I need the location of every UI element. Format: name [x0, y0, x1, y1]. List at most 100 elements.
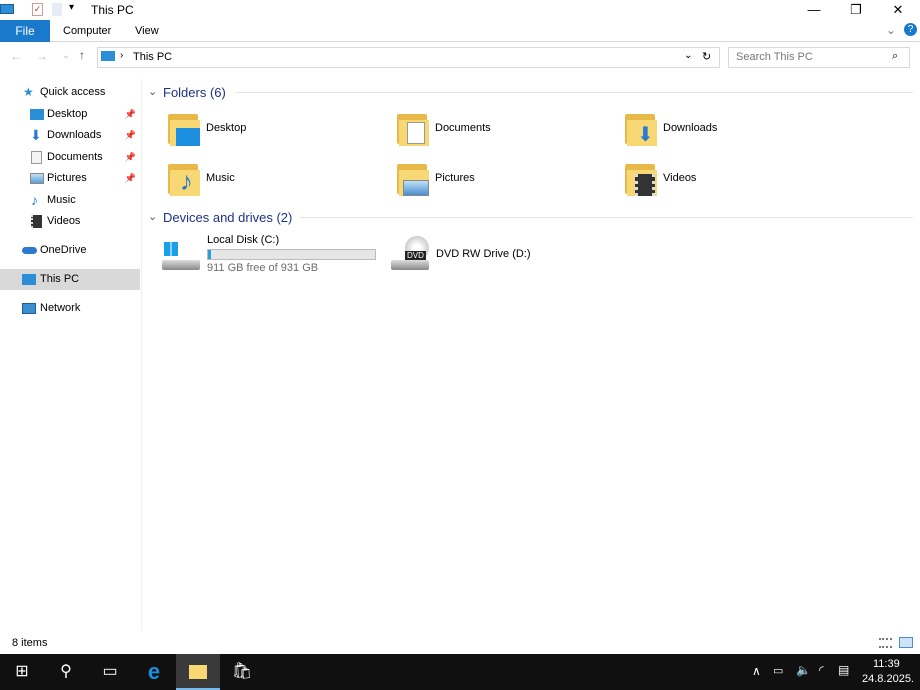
task-view-button[interactable]: ▭: [88, 654, 132, 690]
drives-group-header[interactable]: Devices and drives (2): [163, 210, 292, 225]
close-button[interactable]: ✕: [877, 0, 919, 20]
battery-icon[interactable]: ▭: [773, 664, 783, 677]
tab-computer[interactable]: Computer: [63, 25, 111, 37]
windows-drive-icon: [162, 242, 200, 272]
address-dropdown-icon[interactable]: ⌄: [684, 50, 692, 61]
sidebar-item-desktop[interactable]: Desktop 📌: [0, 104, 140, 125]
expand-ribbon-icon[interactable]: ⌄: [886, 23, 896, 37]
sidebar-item-quick-access[interactable]: ★ Quick access: [0, 82, 140, 103]
sidebar-item-onedrive[interactable]: OneDrive: [0, 240, 140, 261]
details-view-button[interactable]: [879, 638, 892, 648]
folder-label: Downloads: [663, 122, 718, 134]
folder-downloads[interactable]: ⬇ Downloads: [623, 110, 823, 150]
show-hidden-icons-button[interactable]: ∧: [752, 664, 761, 678]
refresh-button[interactable]: ↻: [702, 50, 711, 63]
drive-label: Local Disk (C:): [207, 234, 280, 246]
pin-icon[interactable]: 📌: [125, 104, 136, 125]
ribbon: File Computer View ⌄ ?: [0, 20, 920, 42]
sidebar-item-music[interactable]: ♪ Music: [0, 190, 140, 211]
videos-icon: [31, 215, 42, 228]
downloads-folder-icon: ⬇: [623, 112, 657, 146]
pictures-icon: [30, 173, 44, 184]
pin-icon[interactable]: 📌: [125, 147, 136, 168]
sidebar-label: Quick access: [40, 86, 106, 98]
sidebar-item-downloads[interactable]: ⬇ Downloads 📌: [0, 125, 140, 146]
sidebar-item-network[interactable]: Network: [0, 298, 140, 319]
search-button[interactable]: ⚲: [44, 654, 88, 690]
pictures-folder-icon: [395, 162, 429, 196]
folder-documents[interactable]: Documents: [395, 110, 595, 150]
sidebar-item-videos[interactable]: Videos: [0, 211, 140, 232]
drives-group-toggle[interactable]: ⌄: [148, 210, 157, 223]
title-bar: ✓ ▾ This PC — ❐ ✕: [0, 0, 920, 20]
sidebar-label: Documents: [47, 151, 103, 163]
music-icon: ♪: [31, 192, 38, 208]
pin-icon[interactable]: 📌: [125, 125, 136, 146]
search-icon[interactable]: ⌕: [892, 50, 898, 63]
sidebar-item-pictures[interactable]: Pictures 📌: [0, 168, 140, 189]
drive-free-space: 911 GB free of 931 GB: [207, 262, 319, 274]
desktop-folder-icon: [166, 112, 200, 146]
address-bar[interactable]: › This PC ⌄ ↻: [97, 47, 720, 68]
folders-group-header[interactable]: Folders (6): [163, 85, 226, 100]
sidebar-label: Downloads: [47, 129, 102, 141]
restore-button[interactable]: ❐: [835, 0, 877, 20]
dvd-drive-icon: DVD: [391, 236, 429, 272]
sidebar-label: This PC: [40, 273, 80, 285]
folder-videos[interactable]: Videos: [623, 160, 823, 200]
back-button[interactable]: ←: [10, 49, 22, 63]
customize-toolbar-icon[interactable]: ▾: [69, 2, 74, 13]
sidebar-label: Pictures: [47, 172, 87, 184]
sidebar-item-documents[interactable]: Documents 📌: [0, 147, 140, 168]
computer-icon: [22, 274, 36, 285]
folder-label: Desktop: [206, 122, 247, 134]
star-icon: ★: [23, 85, 34, 99]
sidebar-label: Desktop: [47, 108, 88, 120]
folder-desktop[interactable]: Desktop: [166, 110, 366, 150]
help-icon[interactable]: ?: [904, 23, 917, 36]
documents-folder-icon: [395, 112, 429, 146]
sidebar-item-this-pc[interactable]: This PC: [0, 269, 140, 290]
up-button[interactable]: ↑: [79, 48, 85, 62]
videos-folder-icon: [623, 162, 657, 196]
drive-local-disk-c[interactable]: Local Disk (C:) 911 GB free of 931 GB: [160, 232, 380, 276]
music-folder-icon: ♪: [166, 162, 200, 196]
dvd-badge: DVD: [405, 251, 426, 260]
clock-date[interactable]: 24.8.2025.: [862, 673, 914, 685]
network-icon[interactable]: ◜: [819, 663, 824, 677]
network-icon: [22, 303, 36, 314]
edge-icon[interactable]: e: [132, 654, 176, 690]
start-button[interactable]: ⊞: [0, 654, 44, 690]
breadcrumb-this-pc[interactable]: This PC: [133, 51, 172, 63]
folders-group-toggle[interactable]: ⌄: [148, 85, 157, 98]
status-item-count: 8 items: [12, 637, 48, 649]
new-folder-icon[interactable]: [52, 3, 62, 16]
folder-pictures[interactable]: Pictures: [395, 160, 595, 200]
pin-icon[interactable]: 📌: [125, 168, 136, 189]
file-explorer-icon[interactable]: [176, 654, 220, 690]
folder-label: Documents: [435, 122, 491, 134]
clock-time[interactable]: 11:39: [873, 658, 900, 670]
minimize-button[interactable]: —: [793, 0, 835, 20]
notifications-icon[interactable]: ▤: [838, 663, 849, 677]
sidebar-label: OneDrive: [40, 244, 87, 256]
drive-label: DVD RW Drive (D:): [436, 248, 531, 260]
recent-locations-button[interactable]: ⌄: [62, 50, 70, 61]
computer-icon: [101, 51, 115, 61]
properties-icon[interactable]: ✓: [32, 3, 43, 16]
forward-button[interactable]: →: [36, 49, 48, 63]
drive-usage-bar: [207, 249, 376, 260]
tab-file[interactable]: File: [0, 20, 50, 42]
store-icon[interactable]: 🛍: [220, 654, 264, 690]
large-icons-view-button[interactable]: [899, 637, 913, 648]
documents-icon: [31, 151, 42, 164]
onedrive-icon: [22, 247, 37, 254]
sidebar-label: Videos: [47, 215, 81, 227]
drive-dvd-d[interactable]: DVD DVD RW Drive (D:): [389, 236, 589, 276]
search-input[interactable]: Search This PC: [728, 47, 910, 68]
drive-usage-fill: [208, 250, 212, 259]
tab-view[interactable]: View: [135, 25, 159, 37]
folder-music[interactable]: ♪ Music: [166, 160, 366, 200]
volume-icon[interactable]: 🔈: [796, 663, 811, 677]
sidebar-label: Network: [40, 302, 81, 314]
